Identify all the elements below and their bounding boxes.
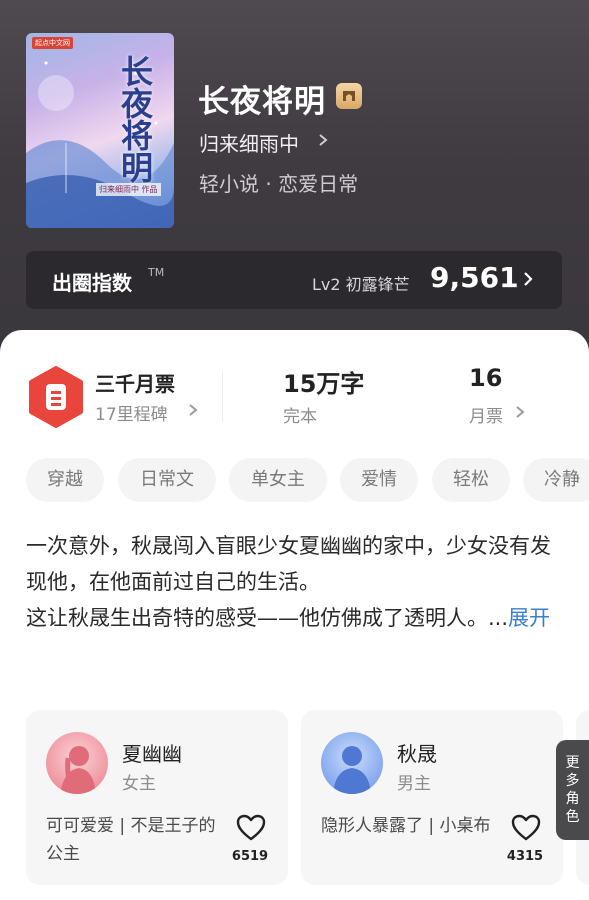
ticket-hexagon-icon [29, 366, 83, 428]
monthly-ticket-count[interactable]: 16 [469, 364, 502, 392]
tag-chip[interactable]: 日常文 [118, 458, 216, 502]
index-score: 9,561 [430, 261, 519, 294]
chevron-right-icon [319, 134, 328, 146]
character-card[interactable]: 夏幽幽 女主 可可爱爱 | 不是王子的公主 6519 [26, 710, 288, 885]
cover-publisher: 起点中文网 [32, 37, 73, 49]
book-cover[interactable]: 起点中文网 长夜将明 归来细雨中 作品 [26, 33, 174, 228]
index-trademark: TM [148, 266, 165, 279]
tag-chip[interactable]: 冷静 [523, 458, 589, 502]
cover-author: 归来细雨中 作品 [96, 183, 161, 196]
word-count: 15万字 [283, 370, 365, 398]
tag-chip[interactable]: 爱情 [340, 458, 418, 502]
more-characters-button[interactable]: 更多角色 [556, 740, 589, 840]
character-name: 秋晟 [397, 742, 437, 766]
character-description: 可可爱爱 | 不是王子的公主 [46, 816, 216, 864]
heart-icon[interactable] [511, 814, 541, 842]
index-label: 出圈指数 [52, 271, 132, 295]
chevron-right-icon [516, 406, 525, 418]
author-link[interactable]: 归来细雨中 [199, 128, 299, 157]
tag-list: 穿越 日常文 单女主 爱情 轻松 冷静 [26, 458, 589, 502]
milestone-count[interactable]: 17里程碑 [95, 400, 168, 425]
book-description: 一次意外，秋晟闯入盲眼少女夏幽幽的家中，少女没有发现他，在他面前过自己的生活。 … [26, 528, 556, 636]
tag-chip[interactable]: 穿越 [26, 458, 104, 502]
more-characters-label: 更多角色 [565, 755, 580, 825]
expand-link[interactable]: 展开 [508, 606, 550, 630]
avatar [321, 732, 383, 794]
popularity-index-bar[interactable]: 出圈指数 TM Lv2 初露锋芒 9,561 [26, 251, 562, 309]
chevron-right-icon [524, 272, 533, 286]
character-role: 男主 [397, 774, 431, 794]
tag-chip[interactable]: 单女主 [229, 458, 327, 502]
like-count: 4315 [506, 849, 544, 864]
character-card[interactable]: 秋晟 男主 隐形人暴露了 | 小桌布 4315 [301, 710, 563, 885]
stat-divider [222, 372, 223, 422]
character-description: 隐形人暴露了 | 小桌布 [321, 816, 491, 836]
description-text: 一次意外，秋晟闯入盲眼少女夏幽幽的家中，少女没有发现他，在他面前过自己的生活。 … [26, 534, 551, 630]
tag-chip[interactable]: 轻松 [432, 458, 510, 502]
monthly-ticket-label[interactable]: 月票 [469, 402, 503, 427]
character-role: 女主 [122, 774, 156, 794]
book-header: 起点中文网 长夜将明 归来细雨中 作品 长夜将明 归来细雨中 轻小说 · 恋爱日… [0, 0, 589, 360]
index-level: Lv2 初露锋芒 [312, 275, 410, 294]
character-name: 夏幽幽 [122, 742, 182, 766]
avatar [46, 732, 108, 794]
cover-title: 长夜将明 [116, 55, 154, 183]
chevron-right-icon [189, 404, 198, 416]
monthly-ticket-milestone[interactable]: 三千月票 [95, 368, 175, 397]
heart-icon[interactable] [236, 814, 266, 842]
like-count: 6519 [231, 849, 269, 864]
book-detail-card: 三千月票 17里程碑 15万字 完本 16 月票 穿越 日常文 单女主 爱情 轻… [0, 330, 589, 900]
medal-icon[interactable] [336, 83, 362, 109]
book-genre: 轻小说 · 恋爱日常 [199, 172, 359, 196]
completion-status: 完本 [283, 407, 317, 427]
book-title: 长夜将明 [198, 84, 326, 120]
